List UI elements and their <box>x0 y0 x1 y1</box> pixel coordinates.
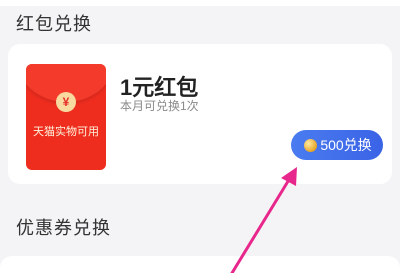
coupon-section-title: 优惠券兑换 <box>16 218 111 238</box>
yuan-seal-icon: ¥ <box>56 92 76 112</box>
item-limit: 本月可兑换1次 <box>120 99 199 113</box>
coupon-card <box>0 256 400 273</box>
redeem-button[interactable]: 500兑换 <box>291 130 383 160</box>
redeem-button-label: 500兑换 <box>320 137 372 153</box>
header-strip <box>0 0 400 6</box>
envelope-label: 天猫实物可用 <box>33 126 99 138</box>
redpacket-section-title: 红包兑换 <box>16 14 92 34</box>
coin-icon <box>304 138 318 152</box>
red-envelope-image: ¥ 天猫实物可用 <box>26 64 106 170</box>
